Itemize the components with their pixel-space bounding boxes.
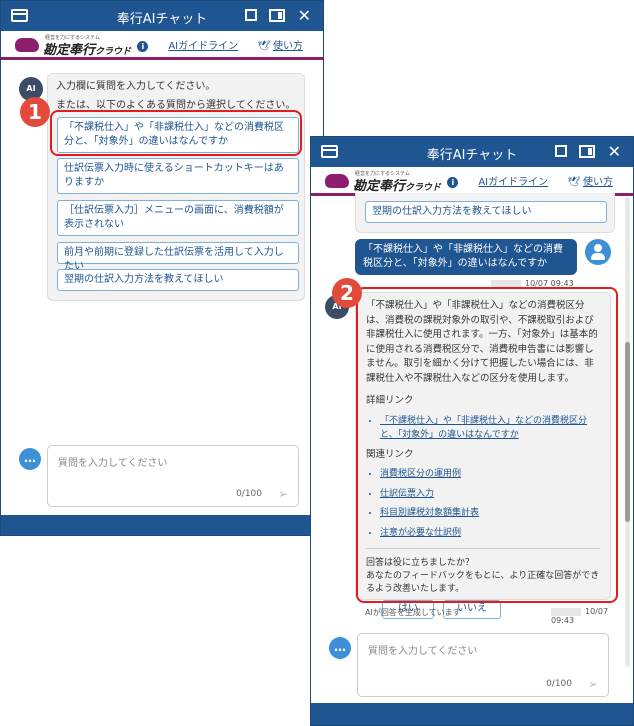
header-links: i AIガイドライン 🕊 使い方: [447, 173, 613, 188]
header-links: i AIガイドライン 🕊 使い方: [137, 37, 303, 52]
close-icon[interactable]: ✕: [298, 6, 311, 25]
ai-message-time: 10/07 09:43: [551, 607, 609, 625]
highlight-box-2: [356, 287, 618, 603]
highlight-box-1: [50, 110, 302, 156]
char-counter: 0/100: [236, 489, 262, 499]
bottom-bar: [311, 703, 633, 725]
bird-icon: 🕊: [257, 41, 270, 52]
suggestion-button[interactable]: 翌期の仕訳入力方法を教えてほしい: [57, 269, 299, 291]
user-message: 「不課税仕入」や「非課税仕入」などの消費税区分と、「対象外」の違いはなんですか: [355, 239, 577, 275]
side-panel-icon[interactable]: [579, 145, 595, 158]
ai-generating-note: AIが回答を生成しています: [365, 608, 461, 617]
howto-link-wrap[interactable]: 🕊 使い方: [567, 177, 613, 188]
chat-icon: …: [19, 448, 41, 470]
input-placeholder: 質問を入力してください: [368, 646, 478, 657]
side-panel-icon[interactable]: [269, 9, 285, 22]
howto-link[interactable]: 使い方: [273, 41, 303, 52]
callout-1: 1: [20, 97, 50, 127]
info-icon: i: [137, 41, 149, 52]
callout-2: 2: [332, 278, 362, 308]
restore-icon[interactable]: [555, 145, 567, 157]
howto-link-wrap[interactable]: 🕊 使い方: [257, 41, 303, 52]
ai-guideline-link[interactable]: AIガイドライン: [168, 41, 238, 52]
logo-cloud-icon: [325, 174, 349, 188]
send-icon[interactable]: ➢: [588, 677, 598, 691]
brand-bar: 経営を力にするシステム 勘定奉行クラウド i AIガイドライン 🕊 使い方: [311, 167, 633, 196]
user-avatar-icon: [585, 239, 611, 265]
question-input[interactable]: 質問を入力してください 0/100 ➢: [357, 633, 609, 697]
logo-name: 勘定奉行クラウド: [43, 43, 132, 58]
suggestion-button[interactable]: 前月や前期に登録した仕訳伝票を活用して入力したい: [57, 242, 299, 272]
question-input[interactable]: 質問を入力してください 0/100 ➢: [47, 445, 299, 507]
info-icon: i: [447, 177, 459, 188]
title-bar: 奉行AIチャット ✕: [1, 1, 323, 31]
title-bar: 奉行AIチャット ✕: [311, 137, 633, 167]
bottom-bar: [1, 515, 323, 535]
char-counter: 0/100: [546, 679, 572, 689]
logo-name: 勘定奉行クラウド: [353, 179, 442, 194]
suggestion-button[interactable]: 翌期の仕訳入力方法を教えてほしい: [365, 201, 607, 223]
suggestion-button[interactable]: ［仕訳伝票入力］メニューの画面に、消費税額が表示されない: [57, 200, 299, 236]
logo-cloud-icon: [15, 38, 39, 52]
send-icon[interactable]: ➢: [278, 487, 288, 501]
chat-window-1: 奉行AIチャット ✕ 経営を力にするシステム 勘定奉行クラウド i AIガイドライ…: [0, 0, 324, 536]
input-placeholder: 質問を入力してください: [58, 458, 168, 469]
ai-guideline-link[interactable]: AIガイドライン: [478, 177, 548, 188]
scrollbar-thumb[interactable]: [625, 342, 630, 522]
bird-icon: 🕊: [567, 177, 580, 188]
suggestion-button[interactable]: 仕訳伝票入力時に使えるショートカットキーはありますか: [57, 158, 299, 194]
chat-icon: …: [329, 637, 351, 659]
brand-bar: 経営を力にするシステム 勘定奉行クラウド i AIガイドライン 🕊 使い方: [1, 31, 323, 60]
close-icon[interactable]: ✕: [608, 142, 621, 161]
greeting-line-1: 入力欄に質問を入力してください。: [56, 81, 216, 92]
restore-icon[interactable]: [245, 9, 257, 21]
howto-link[interactable]: 使い方: [583, 177, 613, 188]
